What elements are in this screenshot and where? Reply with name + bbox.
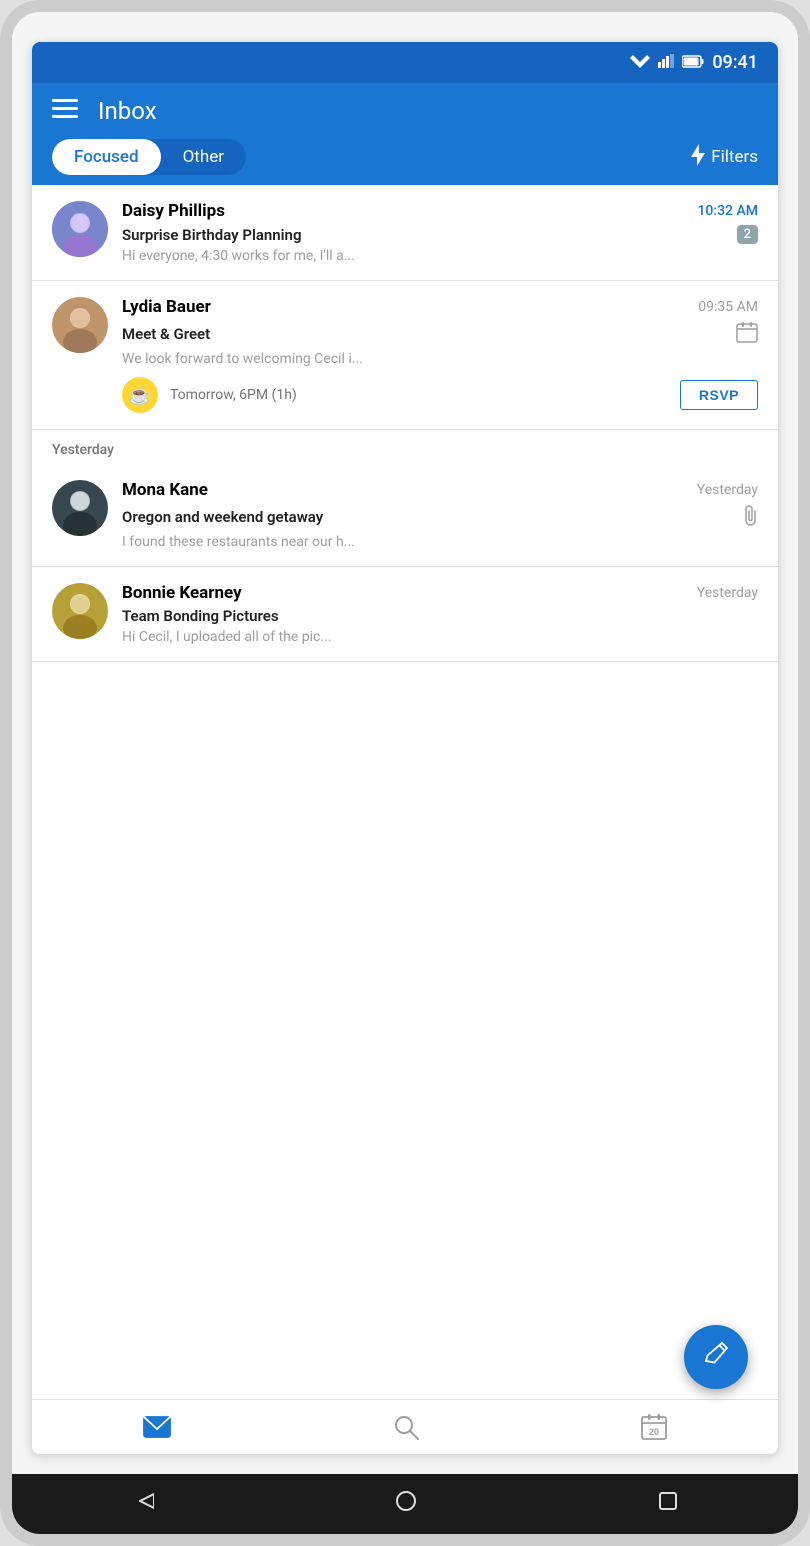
app-title: Inbox <box>98 97 157 125</box>
email-item-lydia[interactable]: Lydia Bauer 09:35 AM Meet & Greet <box>32 281 778 430</box>
email-content-mona: Mona Kane Yesterday Oregon and weekend g… <box>122 480 758 550</box>
preview-lydia: We look forward to welcoming Cecil i... <box>122 351 758 367</box>
preview-daisy: Hi everyone, 4:30 works for me, I'll a..… <box>122 248 758 264</box>
app-bar-top: Inbox <box>52 97 758 125</box>
email-item-daisy[interactable]: Daisy Phillips 10:32 AM Surprise Birthda… <box>32 185 778 281</box>
email-header-lydia: Lydia Bauer 09:35 AM <box>122 297 758 317</box>
status-icons: 09:41 <box>630 52 758 73</box>
sender-daisy: Daisy Phillips <box>122 201 225 221</box>
email-content-daisy: Daisy Phillips 10:32 AM Surprise Birthda… <box>122 201 758 264</box>
wifi-icon <box>630 53 650 72</box>
sender-lydia: Lydia Bauer <box>122 297 211 317</box>
sender-bonnie: Bonnie Kearney <box>122 583 242 603</box>
phone-inner: 09:41 Inbox Focused Other <box>32 42 778 1454</box>
app-bar-tabs: Focused Other Filters <box>52 139 758 185</box>
subject-lydia: Meet & Greet <box>122 321 758 347</box>
avatar-mona <box>52 480 108 536</box>
filters-button[interactable]: Filters <box>691 144 758 171</box>
event-time-lydia: Tomorrow, 6PM (1h) <box>170 387 668 403</box>
tab-focused[interactable]: Focused <box>52 139 161 175</box>
email-item-bonnie[interactable]: Bonnie Kearney Yesterday Team Bonding Pi… <box>32 567 778 662</box>
android-home-button[interactable] <box>395 1490 417 1518</box>
email-header-mona: Mona Kane Yesterday <box>122 480 758 500</box>
filters-label: Filters <box>711 147 758 167</box>
android-back-button[interactable] <box>132 1490 154 1518</box>
subject-daisy: Surprise Birthday Planning 2 <box>122 225 758 244</box>
rsvp-button[interactable]: RSVP <box>680 380 758 410</box>
android-nav <box>12 1474 798 1534</box>
status-bar: 09:41 <box>32 42 778 83</box>
nav-calendar[interactable]: 20 <box>641 1414 667 1440</box>
section-header-yesterday: Yesterday <box>32 430 778 464</box>
time-bonnie: Yesterday <box>697 585 758 601</box>
avatar-bonnie <box>52 583 108 639</box>
avatar-lydia <box>52 297 108 353</box>
android-recent-button[interactable] <box>658 1491 678 1517</box>
battery-icon <box>682 53 704 72</box>
attachment-icon-mona <box>742 504 758 530</box>
flash-icon <box>691 144 705 171</box>
signal-icon <box>658 53 674 72</box>
status-time: 09:41 <box>712 52 758 73</box>
subject-mona: Oregon and weekend getaway <box>122 504 758 530</box>
email-item-mona[interactable]: Mona Kane Yesterday Oregon and weekend g… <box>32 464 778 567</box>
nav-search[interactable] <box>393 1414 419 1440</box>
phone-frame: 09:41 Inbox Focused Other <box>0 0 810 1546</box>
time-mona: Yesterday <box>697 482 758 498</box>
email-header-daisy: Daisy Phillips 10:32 AM <box>122 201 758 221</box>
sender-mona: Mona Kane <box>122 480 208 500</box>
preview-bonnie: Hi Cecil, I uploaded all of the pic... <box>122 629 758 645</box>
compose-icon <box>703 1341 729 1374</box>
email-header-bonnie: Bonnie Kearney Yesterday <box>122 583 758 603</box>
time-daisy: 10:32 AM <box>697 203 758 219</box>
avatar-daisy <box>52 201 108 257</box>
app-bar: Inbox Focused Other Filters <box>32 83 778 185</box>
email-content-lydia: Lydia Bauer 09:35 AM Meet & Greet <box>122 297 758 413</box>
hamburger-icon[interactable] <box>52 97 78 125</box>
event-icon-lydia: ☕ <box>122 377 158 413</box>
bottom-nav: 20 <box>32 1399 778 1454</box>
calendar-icon-lydia <box>736 321 758 347</box>
badge-daisy: 2 <box>737 225 758 244</box>
subject-bonnie: Team Bonding Pictures <box>122 607 758 625</box>
preview-mona: I found these restaurants near our h... <box>122 534 758 550</box>
tab-other[interactable]: Other <box>161 139 246 175</box>
email-list: Daisy Phillips 10:32 AM Surprise Birthda… <box>32 185 778 1399</box>
time-lydia: 09:35 AM <box>698 299 758 315</box>
event-card-lydia: ☕ Tomorrow, 6PM (1h) RSVP <box>122 377 758 413</box>
tab-group: Focused Other <box>52 139 246 175</box>
svg-text:20: 20 <box>649 1427 659 1437</box>
email-content-bonnie: Bonnie Kearney Yesterday Team Bonding Pi… <box>122 583 758 645</box>
nav-mail[interactable] <box>143 1416 171 1438</box>
compose-fab[interactable] <box>684 1325 748 1389</box>
